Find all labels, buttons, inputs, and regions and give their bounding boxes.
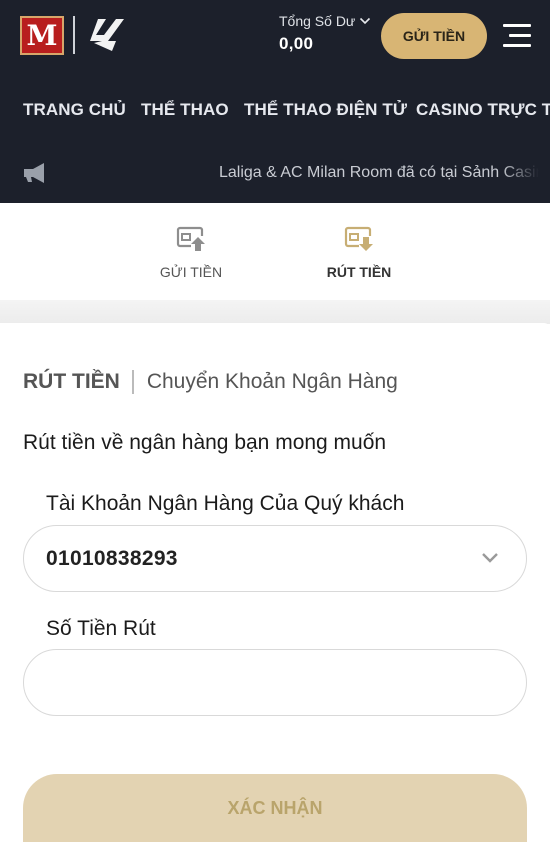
megaphone-icon: [24, 163, 44, 183]
ticker-text[interactable]: Laliga & AC Milan Room đã có tại Sảnh Ca…: [219, 164, 539, 182]
nav-item-sports[interactable]: THỂ THAO: [141, 100, 229, 120]
balance-widget[interactable]: Tổng Số Dư 0,00: [279, 13, 371, 54]
chevron-down-icon: [482, 553, 498, 563]
hamburger-menu-icon[interactable]: [503, 22, 533, 49]
menu-line: [509, 34, 531, 37]
balance-label-row[interactable]: Tổng Số Dư: [279, 13, 371, 29]
brand-logo-glyph: M: [26, 18, 58, 52]
bank-account-label: Tài Khoản Ngân Hàng Của Quý khách: [46, 492, 405, 515]
transaction-tabs: GỬI TIỀN RÚT TIỀN: [0, 203, 550, 300]
tab-withdraw[interactable]: RÚT TIỀN: [304, 226, 414, 288]
top-bar: M Tổng Số Dư 0,00 GỬI TIỀN: [0, 0, 550, 75]
form-header: RÚT TIỀN Chuyển Khoản Ngân Hàng: [23, 370, 398, 394]
header: M Tổng Số Dư 0,00 GỬI TIỀN TRANG CHỦ THỂ…: [0, 0, 550, 203]
amount-input[interactable]: [23, 649, 527, 716]
chevron-down-icon: [360, 17, 371, 25]
deposit-button[interactable]: GỬI TIỀN: [381, 13, 487, 59]
nav-item-live-casino[interactable]: CASINO TRỰC TUYẾN: [416, 100, 550, 120]
withdraw-icon: [344, 226, 374, 252]
menu-line: [503, 44, 531, 47]
title-divider: [131, 370, 134, 394]
laliga-logo: [90, 19, 124, 51]
tab-withdraw-label: RÚT TIỀN: [326, 264, 392, 280]
tab-deposit[interactable]: GỬI TIỀN: [136, 226, 246, 288]
confirm-button[interactable]: XÁC NHẬN: [23, 774, 527, 842]
deposit-icon: [176, 226, 206, 252]
form-title: RÚT TIỀN: [23, 370, 120, 393]
balance-label: Tổng Số Dư: [279, 13, 356, 29]
nav-item-home[interactable]: TRANG CHỦ: [23, 100, 126, 120]
menu-line: [503, 24, 531, 27]
payment-method: Chuyển Khoản Ngân Hàng: [146, 370, 398, 393]
nav-item-esports[interactable]: THỂ THAO ĐIỆN TỬ: [244, 100, 407, 120]
tab-deposit-label: GỬI TIỀN: [159, 264, 223, 280]
bank-account-value: 01010838293: [46, 547, 178, 570]
section-separator: [0, 300, 550, 324]
bank-account-select[interactable]: 01010838293: [23, 525, 527, 592]
balance-value: 0,00: [279, 34, 314, 53]
form-subtitle: Rút tiền về ngân hàng bạn mong muốn: [23, 431, 387, 454]
brand-logo[interactable]: M: [20, 16, 64, 55]
main-nav: TRANG CHỦ THỂ THAO THỂ THAO ĐIỆN TỬ CASI…: [0, 88, 550, 132]
amount-label: Số Tiền Rút: [46, 617, 156, 640]
announcement-ticker: Laliga & AC Milan Room đã có tại Sảnh Ca…: [0, 148, 550, 200]
logo-divider: [73, 16, 75, 54]
